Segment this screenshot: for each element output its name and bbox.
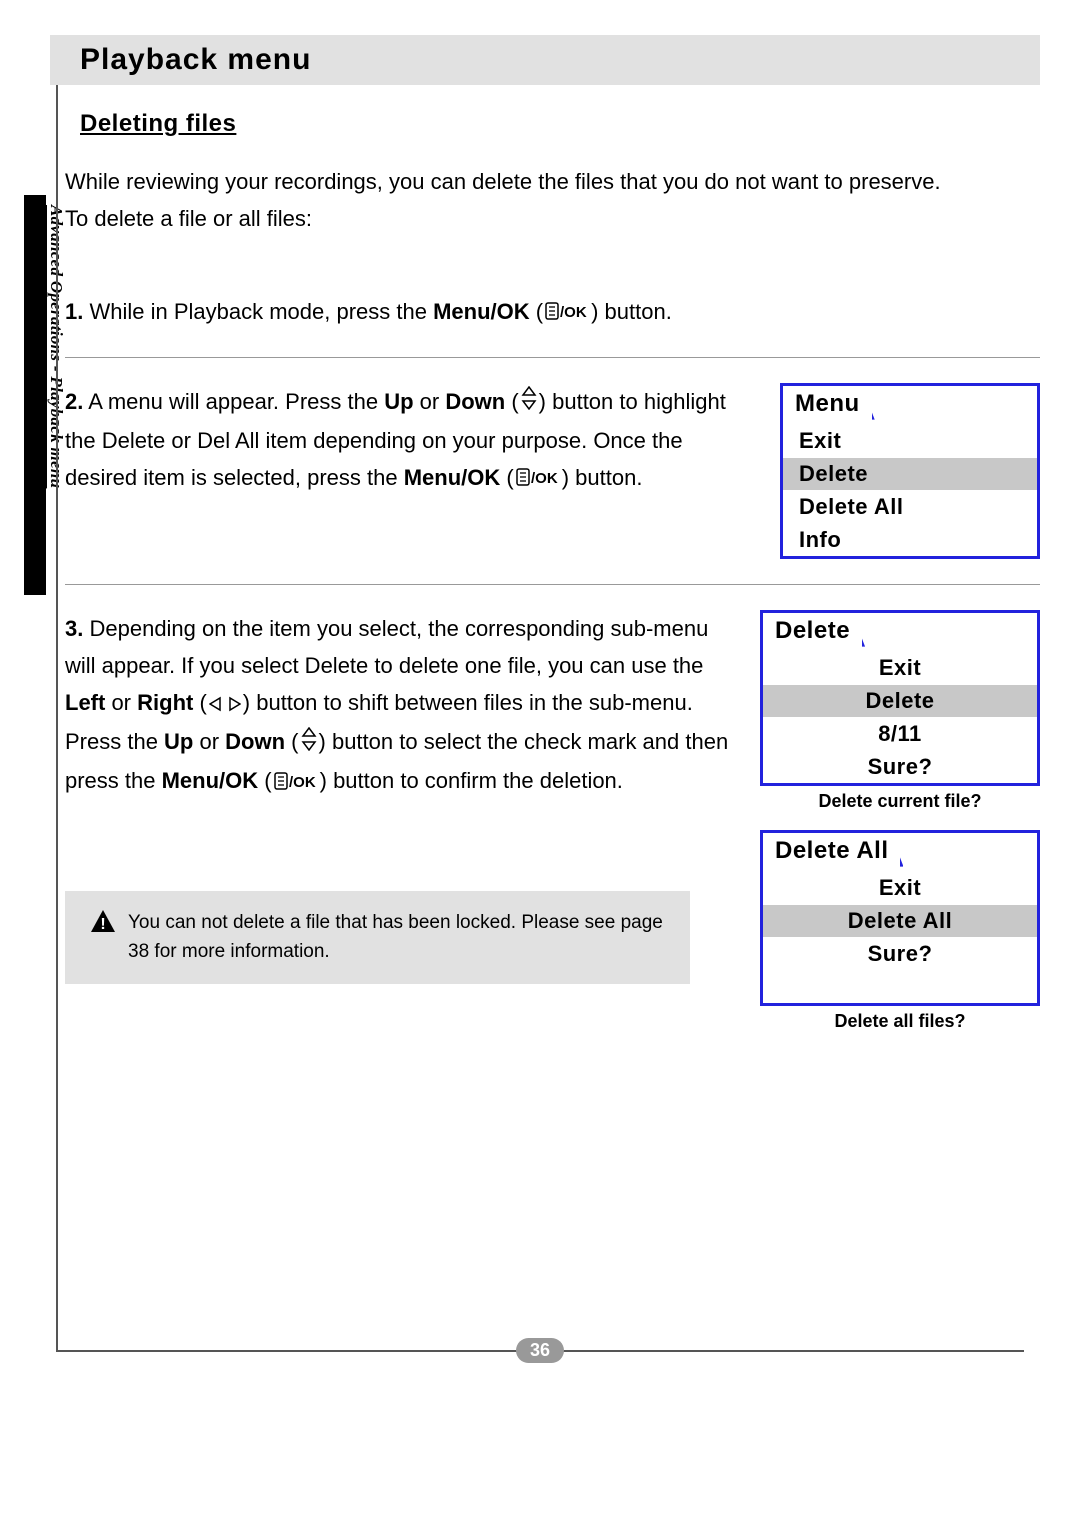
menu-caption: Delete current file? xyxy=(760,791,1040,812)
step-3-text: 3. Depending on the item you select, the… xyxy=(65,610,730,984)
menu-item xyxy=(763,970,1037,1003)
menu-item: Exit xyxy=(763,651,1037,684)
menu-item: Delete All xyxy=(783,490,1037,523)
menu-box-delete: Delete Exit Delete 8/11 Sure? xyxy=(760,610,1040,786)
menu-item: Sure? xyxy=(763,937,1037,970)
menu-ok-icon: /OK xyxy=(516,460,560,497)
steps-list: 1. While in Playback mode, press the Men… xyxy=(65,268,1040,1057)
menu-item: Delete xyxy=(763,684,1037,717)
menu-ok-icon: /OK xyxy=(274,764,318,801)
menu-item: Info xyxy=(783,523,1037,556)
section-title: Deleting files xyxy=(80,110,1040,138)
intro-p1: While reviewing your recordings, you can… xyxy=(65,163,1040,200)
left-right-icon xyxy=(209,686,241,723)
step-1-text: 1. While in Playback mode, press the Men… xyxy=(65,293,1040,332)
step-3-num: 3. xyxy=(65,616,83,641)
step-1: 1. While in Playback mode, press the Men… xyxy=(65,268,1040,358)
menu-item: Exit xyxy=(783,424,1037,457)
header-bar: Playback menu xyxy=(50,35,1040,85)
menu-item: 8/11 xyxy=(763,717,1037,750)
menu-title: Menu xyxy=(783,386,875,420)
menu-caption: Delete all files? xyxy=(760,1011,1040,1032)
menu-diagram-2: Delete Exit Delete 8/11 Sure? Delete cur… xyxy=(760,610,1040,1032)
page-number: 36 xyxy=(516,1338,564,1363)
step-3: 3. Depending on the item you select, the… xyxy=(65,585,1040,1057)
intro-p2: To delete a file or all files: xyxy=(65,200,1040,237)
note-box: ! You can not delete a file that has bee… xyxy=(65,891,690,984)
intro-text: While reviewing your recordings, you can… xyxy=(65,163,1040,238)
step-2-num: 2. xyxy=(65,389,83,414)
warning-icon: ! xyxy=(90,909,116,943)
menu-item: Sure? xyxy=(763,750,1037,783)
svg-text:/OK: /OK xyxy=(560,304,587,320)
side-black-tab xyxy=(24,195,46,595)
menu-item: Delete xyxy=(783,457,1037,490)
step-2: 2. A menu will appear. Press the Up or D… xyxy=(65,358,1040,585)
page-content: Playback menu Deleting files While revie… xyxy=(50,35,1040,1057)
svg-text:/OK: /OK xyxy=(289,774,316,790)
step-2-text: 2. A menu will appear. Press the Up or D… xyxy=(65,383,750,498)
step-1-num: 1. xyxy=(65,299,83,324)
up-down-icon xyxy=(301,725,317,762)
svg-text:/OK: /OK xyxy=(531,470,558,486)
menu-item: Exit xyxy=(763,871,1037,904)
menu-item: Delete All xyxy=(763,904,1037,937)
note-text: You can not delete a file that has been … xyxy=(128,909,665,966)
menu-title: Delete xyxy=(763,613,865,647)
menu-box-delete-all: Delete All Exit Delete All Sure? xyxy=(760,830,1040,1006)
menu-title: Delete All xyxy=(763,833,903,867)
menu-diagram-1: Menu Exit Delete Delete All Info xyxy=(780,383,1040,559)
svg-text:!: ! xyxy=(100,916,105,933)
up-down-icon xyxy=(521,384,537,421)
page-title: Playback menu xyxy=(80,43,1010,77)
menu-ok-icon: /OK xyxy=(545,294,589,331)
menu-box-main: Menu Exit Delete Delete All Info xyxy=(780,383,1040,559)
